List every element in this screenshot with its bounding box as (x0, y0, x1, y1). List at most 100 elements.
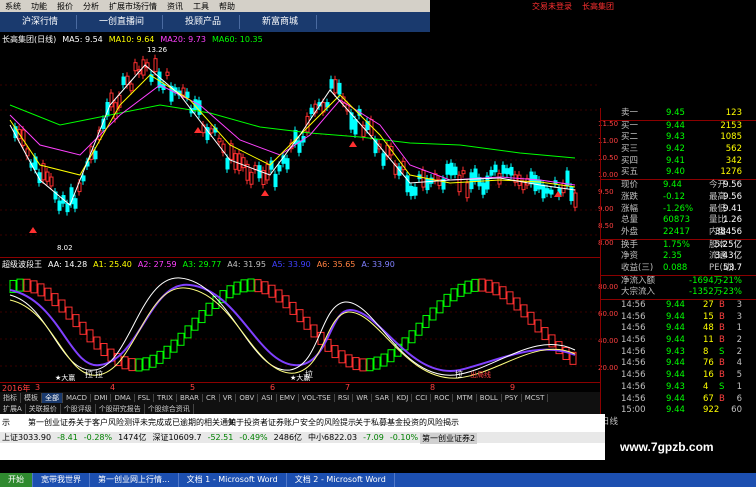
bid-row[interactable]: 买五 9.40 1276 (601, 167, 756, 179)
stat-value: 60873 (663, 215, 691, 226)
tick-row: 14:56 9.44 16 B 5 (601, 370, 756, 382)
indicator-tab[interactable]: KDJ (393, 393, 413, 402)
taskbar-item[interactable]: 文档 1 - Microsoft Word (179, 473, 287, 487)
indicator-tab[interactable]: BRAR (177, 393, 203, 402)
indicator-tab[interactable]: 指标 (0, 392, 21, 403)
indicator-tab[interactable]: VOL-TSE (299, 393, 335, 402)
stat-label: 总量 (621, 215, 639, 226)
taskbar: 开始 宽带我世界 第一创业网上行情... 文档 1 - Microsoft Word 文… (0, 473, 756, 487)
extension-tab[interactable]: 扩展A (0, 403, 26, 414)
tab-live[interactable]: 一创直播间 (77, 15, 164, 29)
flow-pct: -21% (720, 275, 742, 286)
login-status[interactable]: 交易未登录 (532, 1, 572, 12)
indicator-tab[interactable]: 全部 (42, 392, 63, 403)
tick-row: 14:56 9.44 11 B 2 (601, 335, 756, 347)
indicator-tab[interactable]: MTM (453, 393, 477, 402)
bid-price: 9.42 (666, 144, 685, 155)
tick-time: 15:00 (621, 405, 646, 416)
indicator-tab[interactable]: TRIX (154, 393, 177, 402)
menu-ext-market[interactable]: 扩展市场行情 (104, 1, 162, 12)
flow-value: -1352万 (689, 287, 723, 298)
news-item[interactable]: 关于投资者证券账户安全的风险提示 (228, 417, 356, 428)
wave-box (429, 307, 437, 321)
indicator-tab[interactable]: ROC (431, 393, 454, 402)
indicator-label: A1: 25.40 (93, 260, 132, 269)
indicator-tab[interactable]: VR (220, 393, 237, 402)
candle (153, 58, 158, 73)
kline-chart[interactable]: 8.02 13.26 (0, 45, 600, 252)
bid-row[interactable]: 买四 9.41 342 (601, 156, 756, 168)
indicator-tab[interactable]: RSI (335, 393, 354, 402)
menu-quote[interactable]: 报价 (52, 1, 78, 12)
indicator-label: A4: 31.95 (227, 260, 266, 269)
candle (65, 203, 70, 213)
indicator-label: A3: 29.77 (182, 260, 222, 269)
tab-mall[interactable]: 新富商城 (240, 15, 318, 29)
stat-label: 涨幅 (621, 203, 639, 214)
candle (461, 170, 466, 175)
wave-box (233, 281, 241, 295)
indicator-tab[interactable]: MACD (63, 393, 91, 402)
stat-value: 1.26 (723, 215, 742, 226)
indicator-tab[interactable]: SAR (372, 393, 394, 402)
menu-info[interactable]: 资讯 (162, 1, 188, 12)
tick-vol: 4 (703, 381, 709, 392)
candle (493, 164, 498, 173)
menu-tools[interactable]: 工具 (188, 1, 214, 12)
tick-price: 9.44 (666, 393, 685, 404)
bid-row[interactable]: 买一 9.44 2153 (601, 121, 756, 133)
tab-market[interactable]: 沪深行情 (0, 15, 78, 29)
indicator-tab[interactable]: DMA (111, 393, 135, 402)
indicator-tab[interactable]: OBV (236, 393, 259, 402)
ask-row[interactable]: 卖一 9.45 123 (601, 108, 756, 120)
news-item[interactable]: 第一创业证券关于客户风险测评未完成或已逾期的相关通知 (28, 417, 236, 428)
wave-box (366, 358, 374, 372)
bid-row[interactable]: 买二 9.43 1085 (601, 132, 756, 144)
bid-row[interactable]: 买三 9.42 562 (601, 144, 756, 156)
bid-label: 买三 (621, 144, 639, 155)
menu-function[interactable]: 功能 (26, 1, 52, 12)
candle (21, 129, 26, 146)
menu-analysis[interactable]: 分析 (78, 1, 104, 12)
start-button[interactable]: 开始 (0, 473, 33, 487)
extension-tabs: 扩展A 关联报价 个股评级 个股研究报告 个股综合资讯 (0, 403, 600, 414)
extension-tab[interactable]: 个股研究报告 (96, 403, 145, 414)
wave-box (149, 354, 157, 368)
news-item-2[interactable]: 第一创业证券2 (420, 433, 478, 444)
indicator-tab[interactable]: WR (353, 393, 373, 402)
taskbar-item[interactable]: 文档 2 - Microsoft Word (287, 473, 395, 487)
taskbar-item[interactable]: 宽带我世界 (33, 473, 90, 487)
tick-tab[interactable]: 日线 (601, 417, 756, 429)
indicator-tab[interactable]: ASI (258, 393, 277, 402)
stat-value: -1.26% (663, 203, 694, 214)
candle (333, 79, 338, 94)
candle (337, 82, 342, 95)
candle (165, 71, 170, 76)
indicator-chart[interactable]: 拉 拉 拉 拉 出局线 (0, 270, 600, 382)
indicator-tab[interactable]: CR (203, 393, 220, 402)
indicator-tabs: 指标 模板 全部 MACD DMI DMA FSL TRIX BRAR CR VR OBV ASI EMV… (0, 392, 600, 403)
taskbar-item[interactable]: 第一创业网上行情... (90, 473, 179, 487)
menu-system[interactable]: 系统 (0, 1, 26, 12)
wave-box (72, 314, 80, 328)
tab-advisor[interactable]: 投顾产品 (163, 15, 241, 29)
candle (541, 184, 546, 199)
indicator-tab[interactable]: DMI (91, 393, 112, 402)
indicator-tab[interactable]: CCI (412, 393, 432, 402)
tick-count: 4 (736, 358, 742, 369)
candle (249, 171, 254, 185)
menu-help[interactable]: 帮助 (214, 1, 240, 12)
news-item[interactable]: 关于私募基金投资的风险揭示 (355, 417, 459, 428)
wave-box-group (9, 278, 577, 372)
indicator-tab[interactable]: BOLL (477, 393, 502, 402)
indicator-tab[interactable]: FSL (135, 393, 154, 402)
tab-bar: 沪深行情 一创直播间 投顾产品 新富商城 (0, 12, 430, 32)
stat-label: 外盘 (621, 226, 639, 237)
indicator-tab[interactable]: MCST (522, 393, 549, 402)
indicator-tab[interactable]: 模板 (21, 392, 42, 403)
indicator-tab[interactable]: EMV (277, 393, 299, 402)
indicator-tab[interactable]: PSY (502, 393, 522, 402)
extension-tab[interactable]: 个股综合资讯 (145, 403, 194, 414)
extension-tab[interactable]: 个股评级 (61, 403, 96, 414)
extension-tab[interactable]: 关联报价 (26, 403, 61, 414)
